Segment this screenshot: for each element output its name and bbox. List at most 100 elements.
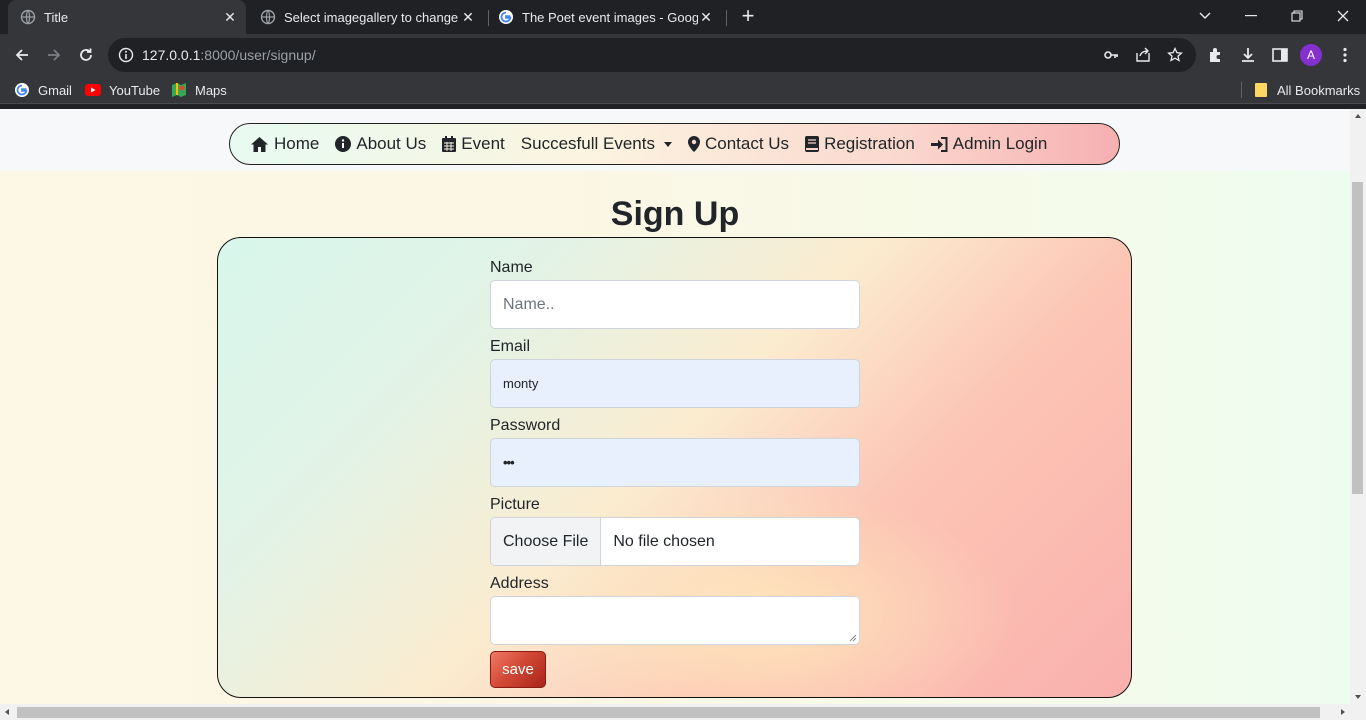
folder-icon	[1253, 82, 1269, 98]
vertical-scrollbar[interactable]	[1350, 109, 1366, 704]
bookmark-label: Gmail	[38, 82, 72, 98]
side-panel-icon[interactable]	[1271, 46, 1289, 64]
signup-card: Name Email Password ••• Picture Choose F…	[217, 237, 1132, 698]
tab-search-icon[interactable]	[1182, 0, 1228, 32]
scroll-down-icon[interactable]	[1355, 695, 1361, 699]
url-path: :8000/user/signup/	[200, 47, 316, 63]
nav-item-successful-events[interactable]: Succesfull Events	[521, 134, 672, 154]
nav-band: Home About Us Event Succesfull Events Co…	[0, 109, 1350, 171]
nav-label: Contact Us	[704, 134, 790, 153]
nav-item-admin-login[interactable]: Admin Login	[930, 134, 1048, 154]
all-bookmarks-button[interactable]: All Bookmarks	[1253, 81, 1360, 99]
url-text: 127.0.0.1:8000/user/signup/	[142, 47, 316, 63]
tab-title[interactable]: Title ✕	[8, 0, 246, 34]
scroll-right-icon[interactable]	[1341, 709, 1345, 715]
google-icon	[14, 82, 30, 98]
youtube-icon	[85, 82, 101, 98]
email-input[interactable]	[503, 376, 847, 391]
bookmark-gmail[interactable]: Gmail	[14, 81, 72, 99]
password-field[interactable]: •••	[490, 438, 860, 487]
nav-label: About Us	[356, 134, 427, 153]
share-icon[interactable]	[1135, 47, 1151, 63]
tab-imagegallery[interactable]: Select imagegallery to change | D ✕	[252, 0, 484, 34]
name-field[interactable]	[490, 280, 860, 329]
home-icon	[251, 136, 268, 152]
nav-label: Admin Login	[952, 134, 1048, 153]
sign-in-icon	[930, 136, 948, 152]
name-input[interactable]	[503, 295, 847, 314]
globe-icon	[20, 9, 36, 25]
site-info-icon[interactable]	[118, 47, 134, 63]
page-title: Sign Up	[0, 195, 1350, 234]
resize-handle-icon[interactable]	[849, 634, 857, 642]
maps-icon	[171, 82, 187, 98]
all-bookmarks-label: All Bookmarks	[1277, 82, 1361, 98]
signup-form: Name Email Password ••• Picture Choose F…	[490, 258, 860, 688]
horizontal-scrollbar[interactable]	[0, 704, 1366, 720]
caret-down-icon	[663, 141, 672, 147]
close-icon[interactable]: ✕	[698, 9, 714, 25]
calendar-icon	[442, 136, 457, 152]
nav-item-contact[interactable]: Contact Us	[687, 134, 790, 154]
password-input[interactable]: •••	[503, 455, 515, 470]
title-bold: Up	[693, 195, 740, 233]
main-navbar: Home About Us Event Succesfull Events Co…	[229, 123, 1120, 165]
address-bar[interactable]: 127.0.0.1:8000/user/signup/	[108, 38, 1196, 72]
profile-avatar[interactable]: A	[1300, 44, 1322, 66]
browser-toolbar: 127.0.0.1:8000/user/signup/ A	[0, 34, 1366, 76]
bookmark-divider	[1241, 82, 1242, 98]
new-tab-icon[interactable]: +	[736, 5, 760, 29]
bookmark-youtube[interactable]: YouTube	[85, 81, 160, 99]
choose-file-button[interactable]: Choose File	[491, 518, 602, 565]
tab-google-images[interactable]: The Poet event images - Google ✕	[490, 0, 722, 34]
download-icon[interactable]	[1239, 46, 1257, 64]
close-window-icon[interactable]	[1320, 0, 1366, 32]
restore-icon[interactable]	[1274, 0, 1320, 32]
nav-label: Home	[274, 134, 320, 153]
scroll-up-icon[interactable]	[1355, 114, 1361, 118]
picture-file-input[interactable]: Choose File No file chosen	[490, 517, 860, 566]
nav-label: Succesfull Events	[520, 134, 655, 153]
back-icon[interactable]	[8, 41, 36, 69]
star-icon[interactable]	[1167, 46, 1183, 63]
map-marker-icon	[687, 136, 700, 152]
address-textarea[interactable]	[490, 596, 860, 645]
reload-icon[interactable]	[72, 41, 100, 69]
nav-label: Event	[461, 134, 505, 153]
nav-item-about[interactable]: About Us	[335, 134, 426, 154]
save-button[interactable]: save	[490, 651, 546, 688]
book-icon	[805, 136, 820, 152]
minimize-icon[interactable]	[1228, 0, 1274, 32]
address-label: Address	[490, 575, 549, 592]
key-icon[interactable]	[1103, 47, 1119, 63]
tab-divider	[488, 10, 489, 26]
bookmarks-bar: Gmail YouTube Maps All Bookmarks	[0, 76, 1366, 104]
nav-item-home[interactable]: Home	[250, 134, 319, 154]
menu-kebab-icon[interactable]	[1336, 46, 1354, 64]
info-icon	[335, 136, 352, 152]
page-viewport: Home About Us Event Succesfull Events Co…	[0, 109, 1350, 704]
tab-label: The Poet event images - Google	[522, 9, 698, 25]
nav-item-registration[interactable]: Registration	[805, 134, 915, 154]
nav-item-event[interactable]: Event	[442, 134, 505, 154]
tab-strip: Title ✕ Select imagegallery to change | …	[0, 0, 1366, 34]
close-icon[interactable]: ✕	[460, 9, 476, 25]
file-status: No file chosen	[613, 532, 715, 550]
picture-label: Picture	[490, 496, 540, 513]
tab-divider	[726, 10, 727, 26]
bookmark-maps[interactable]: Maps	[171, 81, 227, 99]
forward-icon[interactable]	[40, 41, 68, 69]
tab-label: Title	[44, 9, 69, 25]
vertical-scroll-thumb[interactable]	[1352, 182, 1363, 494]
bookmark-label: YouTube	[109, 82, 161, 98]
email-label: Email	[490, 338, 531, 355]
scroll-left-icon[interactable]	[5, 709, 9, 715]
title-light: Sign	[610, 195, 694, 233]
extensions-icon[interactable]	[1207, 46, 1225, 64]
globe-icon	[260, 9, 276, 25]
horizontal-scroll-thumb[interactable]	[17, 707, 1320, 718]
close-icon[interactable]: ✕	[222, 9, 238, 25]
email-field[interactable]	[490, 359, 860, 408]
bookmark-label: Maps	[195, 82, 227, 98]
tab-label: Select imagegallery to change | D	[284, 9, 460, 25]
